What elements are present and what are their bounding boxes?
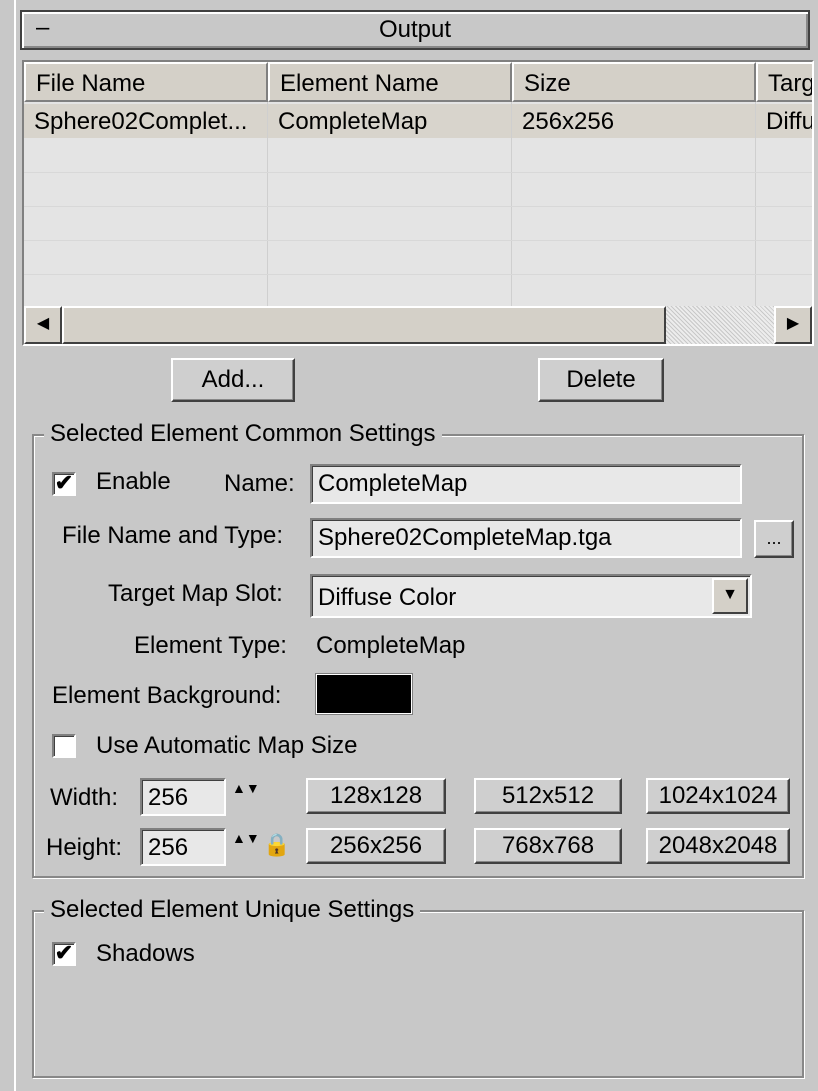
cell-size: 256x256 — [522, 108, 615, 135]
browse-button[interactable]: ... — [754, 520, 794, 558]
size-256-button[interactable]: 256x256 — [306, 828, 446, 864]
cell-target: Diffu — [766, 108, 814, 135]
enable-checkbox[interactable]: ✔ — [52, 472, 76, 496]
horizontal-scrollbar[interactable]: ◀ ▶ — [24, 306, 812, 344]
name-field[interactable]: CompleteMap — [310, 464, 742, 504]
name-label: Name: — [224, 470, 295, 497]
target-map-slot-dropdown[interactable]: Diffuse Color — [310, 574, 752, 618]
column-header-target[interactable]: Targ — [756, 62, 812, 102]
column-header-element-name[interactable]: Element Name — [268, 62, 512, 102]
common-settings-title: Selected Element Common Settings — [44, 420, 442, 448]
size-1024-button[interactable]: 1024x1024 — [646, 778, 790, 814]
scroll-right-icon[interactable]: ▶ — [774, 306, 812, 344]
height-spinner-icon[interactable]: ▲▼ — [232, 830, 260, 866]
element-type-value: CompleteMap — [316, 632, 466, 659]
width-label: Width: — [50, 784, 119, 811]
add-button[interactable]: Add... — [171, 358, 295, 402]
size-768-button[interactable]: 768x768 — [474, 828, 622, 864]
grid-line — [24, 172, 812, 173]
output-rollout-header[interactable]: – Output — [20, 10, 810, 50]
size-2048-button[interactable]: 2048x2048 — [646, 828, 790, 864]
lock-icon[interactable]: 🔒 — [262, 832, 292, 864]
width-spinner-icon[interactable]: ▲▼ — [232, 780, 260, 816]
delete-button[interactable]: Delete — [538, 358, 664, 402]
rollout-left-edge — [14, 0, 18, 1091]
size-512-button[interactable]: 512x512 — [474, 778, 622, 814]
element-type-label: Element Type: — [134, 632, 287, 659]
auto-map-size-checkbox[interactable] — [52, 734, 76, 758]
cell-file-name: Sphere02Complet... — [34, 108, 248, 135]
height-field[interactable]: 256 — [140, 828, 226, 866]
column-header-size[interactable]: Size — [512, 62, 756, 102]
table-row[interactable]: Sphere02Complet... CompleteMap 256x256 D… — [24, 104, 814, 138]
shadows-checkbox[interactable]: ✔ — [52, 942, 76, 966]
grid-line — [24, 274, 812, 275]
shadows-label: Shadows — [96, 940, 195, 967]
size-128-button[interactable]: 128x128 — [306, 778, 446, 814]
height-label: Height: — [46, 834, 123, 861]
rollout-title: Output — [378, 16, 452, 43]
scroll-track[interactable] — [666, 306, 774, 344]
auto-map-size-label: Use Automatic Map Size — [96, 732, 358, 759]
file-name-type-label: File Name and Type: — [62, 522, 284, 549]
scroll-left-icon[interactable]: ◀ — [24, 306, 62, 344]
target-map-slot-label: Target Map Slot: — [108, 580, 283, 607]
grid-line — [24, 240, 812, 241]
enable-label: Enable — [96, 468, 171, 495]
file-name-field[interactable]: Sphere02CompleteMap.tga — [310, 518, 742, 558]
scroll-thumb[interactable] — [62, 306, 666, 344]
width-field[interactable]: 256 — [140, 778, 226, 816]
grid-line — [24, 206, 812, 207]
unique-settings-title: Selected Element Unique Settings — [44, 896, 421, 924]
output-list[interactable]: File Name Element Name Size Targ Sphere0… — [22, 60, 814, 346]
unique-settings-group — [32, 910, 804, 1078]
column-header-file-name[interactable]: File Name — [24, 62, 268, 102]
element-background-label: Element Background: — [52, 682, 282, 709]
chevron-down-icon[interactable]: ▼ — [712, 578, 748, 614]
cell-element-name: CompleteMap — [278, 108, 428, 135]
background-color-swatch[interactable] — [316, 674, 412, 714]
